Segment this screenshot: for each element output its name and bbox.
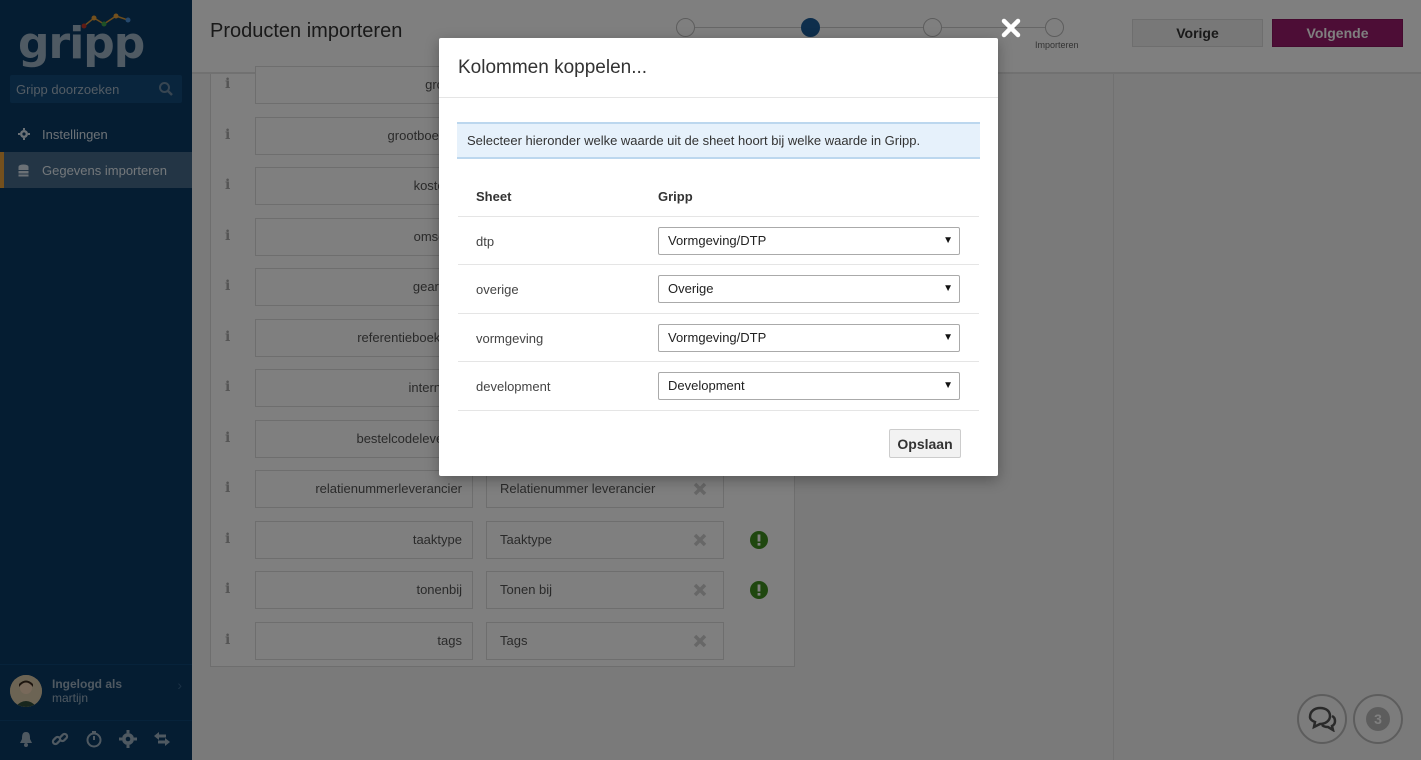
sheet-value: development [476,379,551,394]
dropdown-arrow-icon: ▼ [943,235,953,246]
table-divider [458,410,979,411]
gripp-select[interactable]: Overige ▼ [658,275,960,303]
column-header-gripp: Gripp [658,189,693,204]
gripp-select[interactable]: Vormgeving/DTP ▼ [658,227,960,255]
mapping-row: dtp Vormgeving/DTP ▼ [458,216,979,264]
dialog-title: Kolommen koppelen... [458,57,648,78]
column-mapping-dialog: Kolommen koppelen... Selecteer hieronder… [439,38,998,476]
dropdown-arrow-icon: ▼ [943,283,953,294]
mapping-row: vormgeving Vormgeving/DTP ▼ [458,313,979,361]
select-value: Development [668,378,745,393]
info-message: Selecteer hieronder welke waarde uit de … [457,122,980,159]
select-value: Vormgeving/DTP [668,233,767,248]
select-value: Overige [668,281,714,296]
sheet-value: overige [476,282,519,297]
mapping-row: development Development ▼ [458,361,979,409]
select-value: Vormgeving/DTP [668,330,767,345]
dropdown-arrow-icon: ▼ [943,332,953,343]
dialog-header: Kolommen koppelen... [439,38,998,98]
mapping-row: overige Overige ▼ [458,264,979,312]
close-icon[interactable] [1000,17,1022,39]
sheet-value: dtp [476,234,495,249]
sheet-value: vormgeving [476,331,544,346]
column-header-sheet: Sheet [476,189,512,204]
gripp-select[interactable]: Development ▼ [658,372,960,400]
dropdown-arrow-icon: ▼ [943,380,953,391]
save-button[interactable]: Opslaan [889,429,961,458]
gripp-select[interactable]: Vormgeving/DTP ▼ [658,324,960,352]
